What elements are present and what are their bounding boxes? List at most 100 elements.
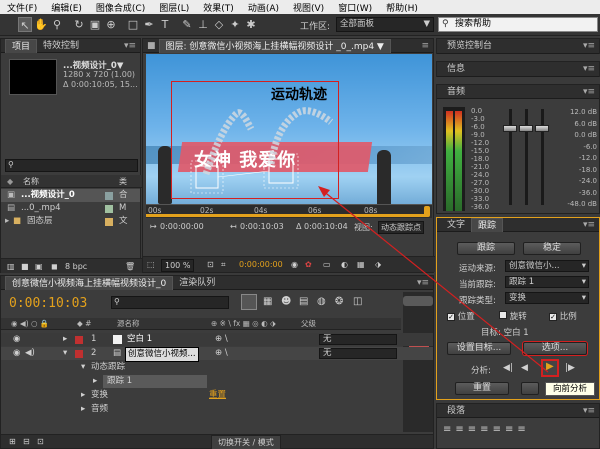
zoom-dropdown[interactable]: 100 % [161, 259, 195, 272]
panel-menu-icon[interactable]: ▾≡ [583, 64, 595, 74]
roto-tool-icon[interactable]: ✦ [228, 17, 242, 32]
justify-all-icon[interactable]: ≡ [517, 424, 529, 435]
property-group[interactable]: ▾ 动态跟踪 [1, 361, 433, 374]
mask-icon[interactable]: ◐ [341, 257, 348, 272]
label-color-swatch[interactable] [105, 218, 113, 226]
tab-effect-controls[interactable]: 特效控制 [37, 39, 85, 53]
layer-time-ruler[interactable]: 00s 02s 04s 06s 08s [146, 204, 432, 218]
col-source-name[interactable]: 源名称 [117, 318, 140, 330]
project-search-input[interactable]: ⚲ [5, 159, 138, 172]
property-group[interactable]: ▸ 音频 [1, 403, 433, 416]
volume-slider-left[interactable] [503, 125, 517, 132]
options-button[interactable]: 选项... [523, 342, 587, 355]
resolution-icon[interactable]: ▭ [323, 257, 331, 272]
work-area-bar[interactable] [146, 214, 426, 217]
text-tool-icon[interactable]: T [158, 17, 172, 32]
justify-left-icon[interactable]: ≡ [480, 424, 492, 435]
region-icon[interactable]: ⊡ [207, 257, 214, 272]
in-time[interactable]: 0:00:00:00 [160, 222, 204, 231]
current-track-dropdown[interactable]: 跟踪 1 ▾ [505, 276, 589, 288]
tab-composition[interactable]: 创意微信小视频海上挂横幅视频设计_0 [5, 275, 174, 290]
chevron-right-icon[interactable]: ▸ [81, 403, 85, 416]
channel-icon[interactable]: ✿ [305, 257, 312, 272]
chevron-right-icon[interactable]: ▸ [63, 333, 67, 346]
motion-source-dropdown[interactable]: 创意微信小... ▾ [505, 260, 589, 272]
time-navigator[interactable] [403, 296, 433, 306]
pan-behind-tool-icon[interactable]: ⊕ [104, 17, 118, 32]
parent-dropdown[interactable]: 无 [319, 334, 397, 345]
layer-row[interactable]: ◉ ▸ 1 空白 1 ⊕ \ 无 [1, 333, 433, 346]
tab-render-queue[interactable]: 渲染队列 [173, 276, 221, 290]
grid-icon[interactable]: ⌗ [221, 257, 226, 272]
transparency-grid-icon[interactable]: ▦ [357, 257, 365, 272]
chevron-right-icon[interactable]: ▸ [93, 375, 97, 388]
analyze-forward-frame-icon[interactable]: |▶ [565, 363, 575, 373]
align-buttons[interactable]: ≡≡≡≡≡≡≡ [443, 424, 530, 435]
menu-window[interactable]: 窗口(W) [331, 1, 379, 14]
justify-center-icon[interactable]: ≡ [493, 424, 505, 435]
bpc-label[interactable]: 8 bpc [65, 259, 87, 274]
camera-tool-icon[interactable]: ▣ [88, 17, 102, 32]
position-checkbox[interactable]: ✓ 位置 [447, 310, 475, 322]
menu-composition[interactable]: 图像合成(C) [89, 1, 152, 14]
chevron-right-icon[interactable]: ▸ [5, 215, 9, 228]
timeline-timecode[interactable]: 0:00:10:03 [9, 296, 87, 311]
panel-menu-icon[interactable]: ▾≡ [124, 41, 136, 51]
trash-icon[interactable]: 🗑 [125, 259, 135, 274]
clone-tool-icon[interactable]: ⊥ [196, 17, 210, 32]
3d-view-icon[interactable]: ⬗ [375, 257, 381, 272]
snapshot-icon[interactable]: ◉ [291, 257, 298, 272]
tab-project[interactable]: 项目 [5, 38, 38, 53]
apply-button[interactable] [521, 382, 539, 395]
interpret-footage-icon[interactable]: ▥ [7, 259, 15, 274]
panel-menu-icon[interactable]: ▾≡ [583, 87, 595, 97]
out-time[interactable]: 0:00:10:03 [240, 222, 284, 231]
brainstorm-icon[interactable]: ❂ [335, 296, 343, 307]
tab-audio[interactable]: 音频 [441, 85, 471, 99]
menu-help[interactable]: 帮助(H) [379, 1, 425, 14]
volume-slider-master[interactable] [535, 125, 549, 132]
layer-label-swatch[interactable] [75, 350, 83, 358]
stabilize-button[interactable]: 稳定 [523, 242, 581, 255]
layer-name[interactable]: 空白 1 [127, 333, 152, 346]
timeline-search-input[interactable]: ⚲ [111, 296, 229, 309]
project-item[interactable]: ▸ ■ 固态层 文 [1, 215, 140, 228]
chevron-down-icon[interactable]: ▾ [63, 347, 67, 360]
panel-menu-icon[interactable]: ▾≡ [583, 406, 595, 416]
selection-tool-icon[interactable]: ↖ [18, 17, 32, 32]
rotate-tool-icon[interactable]: ↻ [72, 17, 86, 32]
puppet-tool-icon[interactable]: ✱ [244, 17, 258, 32]
transfer-controls-icon[interactable]: ⊟ [23, 435, 30, 448]
parent-dropdown[interactable]: 无 [319, 348, 397, 359]
analyze-back-frame-icon[interactable]: ◀| [503, 363, 513, 373]
track-type-dropdown[interactable]: 变换 ▾ [505, 292, 589, 304]
timecode-display[interactable]: 0:00:00:00 [239, 257, 283, 272]
tab-tracker[interactable]: 跟踪 [471, 217, 504, 232]
audio-icon[interactable]: ◀) [25, 347, 35, 360]
align-left-icon[interactable]: ≡ [443, 424, 455, 435]
zoom-tool-icon[interactable]: ⚲ [50, 17, 64, 32]
hand-tool-icon[interactable]: ✋ [34, 17, 48, 32]
always-preview-icon[interactable]: ⬚ [147, 257, 155, 272]
workspace-dropdown[interactable]: 全部面板 ▼ [336, 17, 434, 32]
layer-row[interactable]: ◉ ◀) ▾ 2 ▤ 创意微信小视频... ⊕ \ 无 [1, 347, 433, 362]
analyze-backward-icon[interactable]: ◀ [521, 363, 528, 373]
rectangle-tool-icon[interactable]: □ [126, 17, 140, 32]
property-group[interactable]: ▸ 跟踪 1 [1, 375, 433, 388]
reset-link[interactable]: 重置 [209, 389, 226, 402]
analyze-forward-button[interactable]: ▶ [541, 359, 559, 377]
tab-character[interactable]: 文字 [441, 218, 471, 232]
rotation-checkbox[interactable]: 旋转 [499, 310, 527, 322]
comp-mini-flowchart-icon[interactable] [241, 294, 257, 310]
visibility-icon[interactable]: ◉ [13, 333, 20, 346]
menu-file[interactable]: 文件(F) [0, 1, 44, 14]
panel-menu-icon[interactable]: ≡ [421, 41, 429, 51]
frame-blending-icon[interactable]: ▤ [299, 296, 308, 307]
label-color-swatch[interactable] [105, 192, 113, 200]
lock-icon[interactable]: ■ [147, 41, 156, 51]
playhead-marker[interactable] [424, 206, 430, 217]
search-help-input[interactable]: ⚲ 搜索帮助 [438, 17, 598, 32]
menu-edit[interactable]: 编辑(E) [44, 1, 89, 14]
layer-switches[interactable]: ⊕ \ [215, 347, 228, 360]
set-target-button[interactable]: 设置目标... [447, 342, 511, 355]
